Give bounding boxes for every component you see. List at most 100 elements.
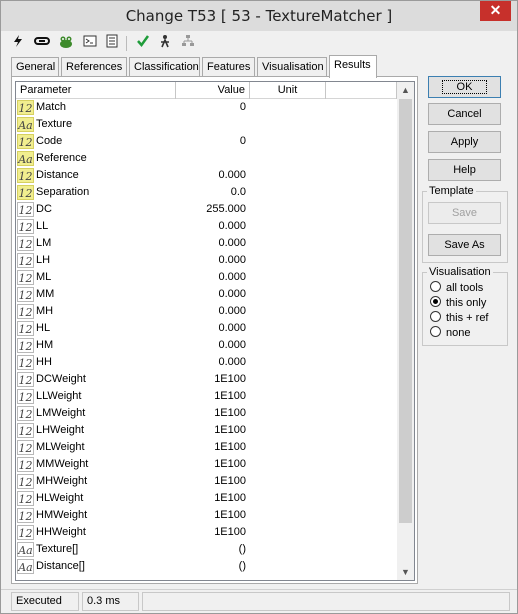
numeric-type-icon: 12 bbox=[17, 457, 34, 472]
tree-icon[interactable] bbox=[179, 34, 197, 52]
parameter-value: 1E100 bbox=[214, 526, 246, 538]
lightning-icon[interactable] bbox=[9, 34, 27, 52]
tab-features[interactable]: Features bbox=[202, 57, 255, 77]
table-row[interactable]: 12 DCWeight 1E100 bbox=[16, 371, 397, 388]
table-row[interactable]: 12 LH 0.000 bbox=[16, 252, 397, 269]
table-row[interactable]: 12 HHWeight 1E100 bbox=[16, 524, 397, 541]
radio-icon[interactable] bbox=[430, 311, 441, 322]
parameter-name: Texture[] bbox=[36, 543, 79, 555]
radio-icon[interactable] bbox=[430, 326, 441, 337]
table-row[interactable]: 12 Code 0 bbox=[16, 133, 397, 150]
parameter-name: LMWeight bbox=[36, 407, 86, 419]
visualisation-option[interactable]: all tools bbox=[430, 281, 483, 296]
parameter-name: Texture bbox=[36, 118, 73, 130]
numeric-type-icon: 12 bbox=[17, 525, 34, 540]
status-bar: Executed 0.3 ms bbox=[1, 589, 517, 613]
text-type-icon: Aa bbox=[17, 117, 34, 132]
checkmark-icon[interactable] bbox=[134, 34, 152, 52]
radio-icon[interactable] bbox=[430, 296, 441, 307]
run-icon[interactable] bbox=[156, 34, 174, 52]
parameter-value: 0.000 bbox=[218, 254, 246, 266]
table-row[interactable]: 12 ML 0.000 bbox=[16, 269, 397, 286]
link-icon[interactable] bbox=[33, 34, 51, 52]
cancel-button[interactable]: Cancel bbox=[428, 103, 501, 125]
parameter-name: HLWeight bbox=[36, 492, 84, 504]
parameter-value: 0.000 bbox=[218, 237, 246, 249]
radio-icon[interactable] bbox=[430, 281, 441, 292]
tab-general[interactable]: General bbox=[11, 57, 59, 77]
table-row[interactable]: 12 Match 0 bbox=[16, 99, 397, 116]
numeric-type-icon: 12 bbox=[17, 338, 34, 353]
tab-results[interactable]: Results bbox=[329, 55, 377, 78]
numeric-type-icon: 12 bbox=[17, 236, 34, 251]
parameter-value: 1E100 bbox=[214, 407, 246, 419]
document-icon[interactable] bbox=[103, 34, 121, 52]
grid-rows: 12 Match 0 Aa Texture 12 Code 0 Aa Reference 12 Dis… bbox=[16, 99, 397, 575]
parameter-value: 0.000 bbox=[218, 288, 246, 300]
table-row[interactable]: 12 LM 0.000 bbox=[16, 235, 397, 252]
visualisation-option[interactable]: this + ref bbox=[430, 311, 489, 326]
scroll-thumb[interactable] bbox=[399, 99, 412, 523]
console-icon[interactable] bbox=[81, 34, 99, 52]
table-row[interactable]: 12 LMWeight 1E100 bbox=[16, 405, 397, 422]
table-row[interactable]: 12 HLWeight 1E100 bbox=[16, 490, 397, 507]
ok-button[interactable]: OK bbox=[428, 76, 501, 98]
table-row[interactable]: 12 MH 0.000 bbox=[16, 303, 397, 320]
apply-button[interactable]: Apply bbox=[428, 131, 501, 153]
numeric-type-icon: 12 bbox=[17, 389, 34, 404]
template-save-button[interactable]: Save bbox=[428, 202, 501, 224]
visualisation-group: Visualisation all tools this only this + r… bbox=[422, 266, 508, 346]
parameter-value: 1E100 bbox=[214, 509, 246, 521]
numeric-type-icon: 12 bbox=[17, 202, 34, 217]
parameter-value: 0.000 bbox=[218, 339, 246, 351]
tab-references[interactable]: References bbox=[61, 57, 127, 77]
table-row[interactable]: 12 HH 0.000 bbox=[16, 354, 397, 371]
visualisation-option[interactable]: none bbox=[430, 326, 470, 341]
table-row[interactable]: 12 LL 0.000 bbox=[16, 218, 397, 235]
table-row[interactable]: 12 MM 0.000 bbox=[16, 286, 397, 303]
table-row[interactable]: 12 Distance 0.000 bbox=[16, 167, 397, 184]
table-row[interactable]: 12 HMWeight 1E100 bbox=[16, 507, 397, 524]
table-row[interactable]: 12 LLWeight 1E100 bbox=[16, 388, 397, 405]
table-row[interactable]: 12 MHWeight 1E100 bbox=[16, 473, 397, 490]
column-header-value[interactable]: Value bbox=[176, 82, 250, 99]
frog-icon[interactable] bbox=[57, 34, 75, 52]
scroll-down-icon[interactable]: ▼ bbox=[397, 564, 414, 580]
scroll-up-icon[interactable]: ▲ bbox=[397, 82, 414, 98]
vertical-scrollbar[interactable]: ▲ ▼ bbox=[397, 82, 414, 580]
table-row[interactable]: 12 LHWeight 1E100 bbox=[16, 422, 397, 439]
results-panel: Parameter Value Unit 12 Match 0 Aa Texture 12… bbox=[11, 76, 418, 584]
status-time: 0.3 ms bbox=[82, 592, 139, 611]
table-row[interactable]: 12 Separation 0.0 bbox=[16, 184, 397, 201]
parameter-name: HH bbox=[36, 356, 52, 368]
tab-visualisation[interactable]: Visualisation bbox=[257, 57, 327, 77]
table-row[interactable]: Aa Reference bbox=[16, 150, 397, 167]
parameter-name: MLWeight bbox=[36, 441, 85, 453]
parameter-name: MHWeight bbox=[36, 475, 88, 487]
parameter-name: HMWeight bbox=[36, 509, 88, 521]
tab-classification[interactable]: Classification bbox=[129, 57, 200, 77]
table-row[interactable]: 12 MLWeight 1E100 bbox=[16, 439, 397, 456]
status-state: Executed bbox=[11, 592, 79, 611]
table-row[interactable]: 12 HL 0.000 bbox=[16, 320, 397, 337]
visualisation-option-label: none bbox=[446, 327, 471, 339]
numeric-type-icon: 12 bbox=[17, 423, 34, 438]
help-button[interactable]: Help bbox=[428, 159, 501, 181]
parameter-value: 0 bbox=[239, 101, 246, 113]
table-row[interactable]: Aa Distance[] () bbox=[16, 558, 397, 575]
visualisation-option[interactable]: this only bbox=[430, 296, 486, 311]
numeric-type-icon: 12 bbox=[17, 355, 34, 370]
table-row[interactable]: 12 HM 0.000 bbox=[16, 337, 397, 354]
table-row[interactable]: Aa Texture[] () bbox=[16, 541, 397, 558]
column-header-unit[interactable]: Unit bbox=[250, 82, 326, 99]
template-save-as-button[interactable]: Save As bbox=[428, 234, 501, 256]
numeric-type-icon: 12 bbox=[17, 321, 34, 336]
toolbar bbox=[9, 34, 219, 54]
parameter-value: 1E100 bbox=[214, 475, 246, 487]
numeric-type-icon: 12 bbox=[17, 508, 34, 523]
table-row[interactable]: Aa Texture bbox=[16, 116, 397, 133]
table-row[interactable]: 12 MMWeight 1E100 bbox=[16, 456, 397, 473]
close-button[interactable]: ✕ bbox=[480, 1, 511, 21]
column-header-parameter[interactable]: Parameter bbox=[16, 82, 176, 99]
table-row[interactable]: 12 DC 255.000 bbox=[16, 201, 397, 218]
